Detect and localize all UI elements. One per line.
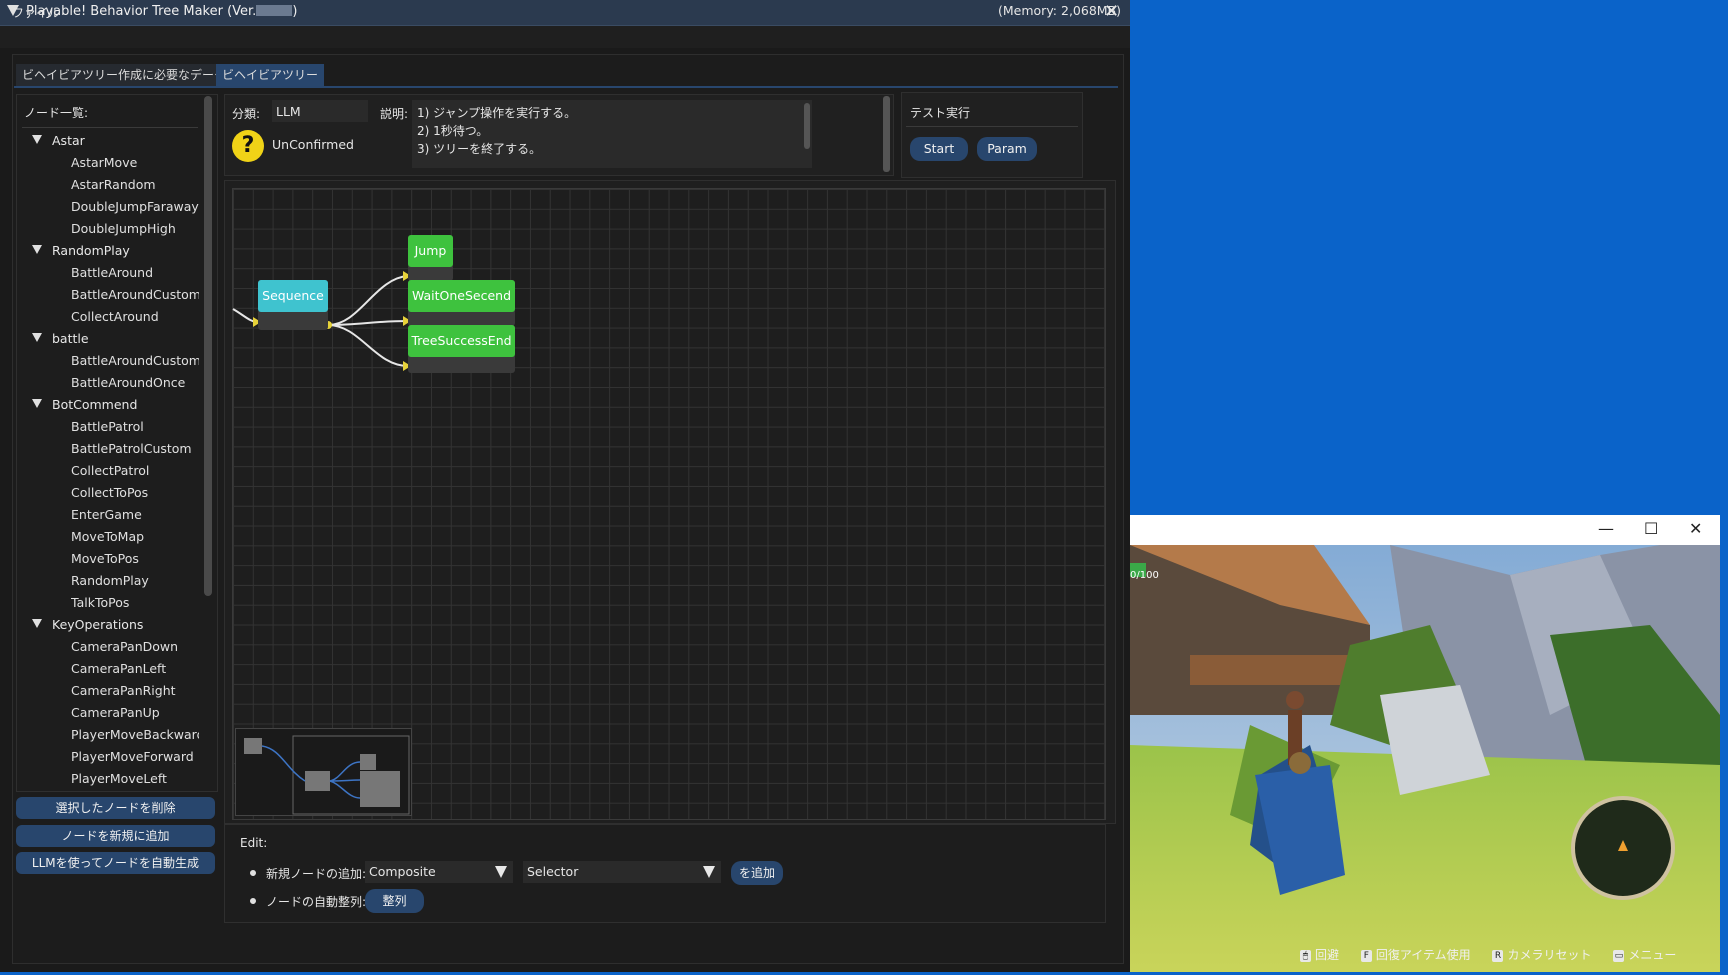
- mouse-icon: 🖱: [1300, 950, 1311, 962]
- close-icon[interactable]: ✕: [1689, 519, 1702, 538]
- add-node-label: 新規ノードの追加:: [266, 867, 367, 881]
- maximize-icon[interactable]: ☐: [1644, 519, 1658, 538]
- dropdown-arrow-icon: [703, 866, 715, 878]
- hud-hint: ▭ メニュー: [1613, 948, 1677, 962]
- dropdown-arrow-icon: [495, 866, 507, 878]
- hud-hint: 🖱 回避: [1300, 948, 1339, 962]
- node-name-value: Selector: [527, 864, 579, 879]
- hud-hint: F 回復アイテム使用: [1360, 948, 1471, 962]
- game-scene-image: [1130, 515, 1720, 972]
- node-name-select[interactable]: Selector: [523, 861, 721, 883]
- key-r-icon: R: [1492, 950, 1504, 962]
- game-window[interactable]: [1130, 515, 1720, 972]
- node-type-select[interactable]: Composite: [365, 861, 513, 883]
- key-menu-icon: ▭: [1613, 950, 1625, 962]
- tree-success-end-node[interactable]: TreeSuccessEnd: [408, 325, 515, 357]
- bullet-icon: [250, 870, 256, 876]
- minimize-icon[interactable]: —: [1598, 519, 1614, 538]
- canvas-minimap[interactable]: [235, 728, 412, 816]
- auto-arrange-label: ノードの自動整列:: [266, 895, 367, 909]
- game-hud-hints: 🖱 回避 F 回復アイテム使用 R カメラリセット ▭ メニュー: [1300, 946, 1676, 963]
- bullet-icon: [250, 898, 256, 904]
- hud-hint: R カメラリセット: [1492, 948, 1592, 962]
- game-window-titlebar[interactable]: [1130, 515, 1720, 545]
- arrange-button[interactable]: 整列: [365, 889, 424, 913]
- key-f-icon: F: [1360, 950, 1372, 962]
- sequence-node[interactable]: Sequence: [258, 280, 328, 312]
- jump-node[interactable]: Jump: [408, 235, 453, 267]
- node-type-value: Composite: [369, 864, 436, 879]
- minimap-drawing: [244, 735, 410, 815]
- edit-title: Edit:: [240, 836, 268, 850]
- wait-node[interactable]: WaitOneSecend: [408, 280, 515, 312]
- hp-readout: 0/100: [1130, 570, 1159, 581]
- add-selected-node-button[interactable]: を追加: [731, 861, 783, 885]
